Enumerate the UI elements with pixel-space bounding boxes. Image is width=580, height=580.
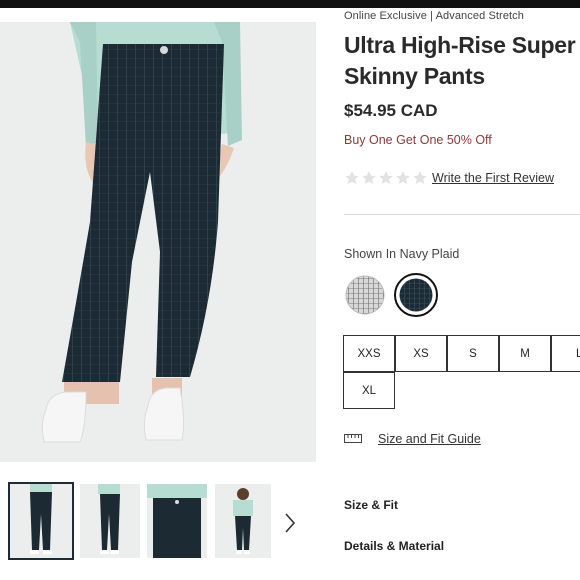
swatch-navy-plaid[interactable]	[394, 273, 438, 317]
size-option-m[interactable]: M	[499, 335, 551, 372]
product-kicker: Online Exclusive | Advanced Stretch	[344, 10, 525, 22]
product-title-line-1: Ultra High-Rise Super	[344, 32, 576, 58]
thumbnail-next-button[interactable]	[277, 505, 303, 541]
star-icon	[379, 171, 393, 184]
thumbnail-4[interactable]	[215, 484, 271, 558]
star-icon	[396, 171, 410, 184]
product-title: Ultra High-Rise Super Skinny Pants	[344, 30, 580, 92]
thumbnail-3[interactable]	[147, 484, 207, 558]
swatch-grey-plaid[interactable]	[343, 273, 387, 317]
product-main-image[interactable]	[0, 22, 316, 462]
size-guide-link[interactable]: Size and Fit Guide	[378, 432, 481, 446]
swatch-navy-plaid-graphic	[394, 273, 438, 317]
size-option-xs[interactable]: XS	[395, 335, 447, 372]
thumbnail-1[interactable]	[8, 482, 74, 560]
size-option-s[interactable]: S	[447, 335, 499, 372]
section-divider	[344, 214, 580, 215]
write-review-link[interactable]: Write the First Review	[432, 171, 554, 185]
promo-text: Buy One Get One 50% Off	[344, 133, 492, 147]
star-icon	[362, 171, 376, 184]
color-label: Shown In Navy Plaid	[344, 247, 460, 261]
accordion-details-material[interactable]: Details & Material	[344, 539, 444, 553]
thumbnail-2[interactable]	[80, 484, 140, 558]
rating-stars	[344, 170, 428, 186]
product-price: $54.95 CAD	[344, 101, 438, 120]
product-title-line-2: Skinny Pants	[344, 63, 485, 89]
accordion-size-fit[interactable]: Size & Fit	[344, 498, 398, 512]
size-option-l[interactable]: L	[551, 335, 580, 372]
top-bar	[0, 0, 580, 8]
ruler-icon	[344, 434, 362, 443]
chevron-right-icon	[285, 513, 296, 533]
size-option-xl[interactable]: XL	[343, 372, 395, 409]
size-option-xxs[interactable]: XXS	[343, 335, 395, 372]
swatch-grey-plaid-graphic	[345, 275, 385, 315]
star-icon	[345, 171, 359, 184]
star-icon	[413, 171, 427, 184]
